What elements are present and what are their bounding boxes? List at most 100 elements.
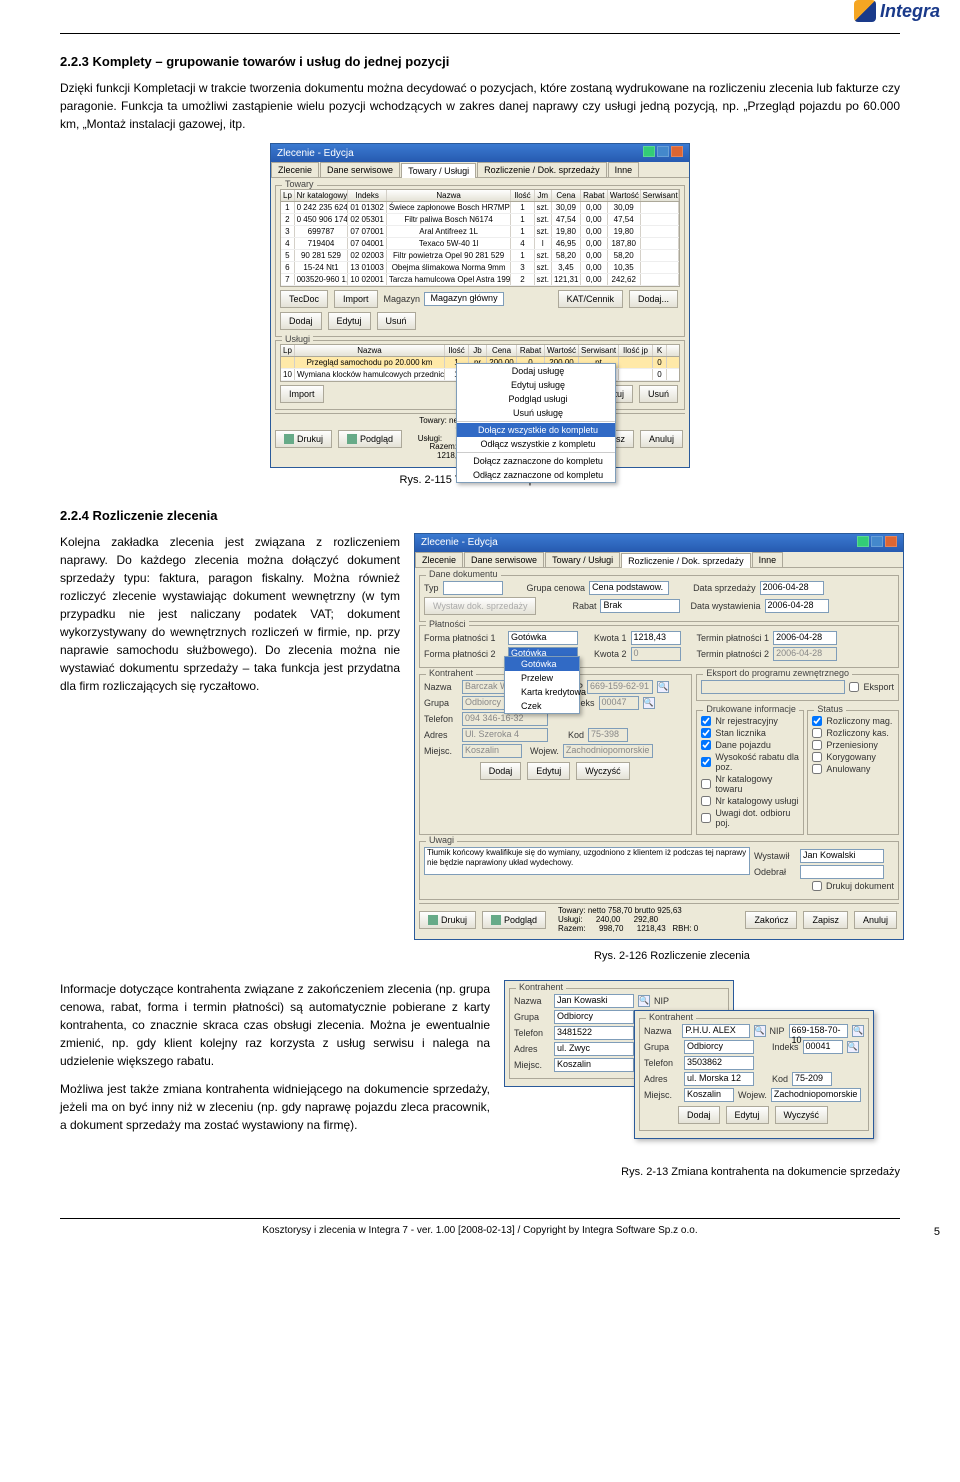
odebral-combo[interactable] xyxy=(800,865,884,879)
tab-zlecenie[interactable]: Zlecenie xyxy=(271,162,319,177)
btn-k-edytuj[interactable]: Edytuj xyxy=(527,762,570,780)
k-grupa[interactable]: Odbiorcy xyxy=(554,1010,634,1024)
btn-k-wyczysc[interactable]: Wyczyść xyxy=(775,1106,828,1124)
btn-k-edytuj[interactable]: Edytuj xyxy=(726,1106,769,1124)
btn-anuluj[interactable]: Anuluj xyxy=(854,911,897,929)
btn-dodaj-towar[interactable]: Dodaj xyxy=(280,312,322,330)
btn-zakoncz[interactable]: Zakończ xyxy=(745,911,797,929)
btn-import-towary[interactable]: Import xyxy=(334,290,378,308)
btn-wystaw-dok[interactable]: Wystaw dok. sprzedaży xyxy=(424,597,536,615)
btn-k-dodaj[interactable]: Dodaj xyxy=(678,1106,720,1124)
btn-import-uslugi[interactable]: Import xyxy=(280,385,324,403)
status-checkbox[interactable] xyxy=(812,740,822,750)
status-checkbox[interactable] xyxy=(812,728,822,738)
lookup-icon[interactable]: 🔍 xyxy=(638,995,650,1007)
k-adres[interactable]: Ul. Szeroka 4 xyxy=(462,728,548,742)
tab-dane-serwisowe[interactable]: Dane serwisowe xyxy=(320,162,400,177)
magazyn-combo[interactable]: Magazyn główny xyxy=(424,292,504,306)
k-grupa[interactable]: Odbiorcy xyxy=(684,1040,754,1054)
k-nazwa[interactable]: Jan Kowaski xyxy=(554,994,634,1008)
tab-inne[interactable]: Inne xyxy=(752,552,784,567)
status-checkbox[interactable] xyxy=(812,752,822,762)
tab-towary-uslugi[interactable]: Towary / Usługi xyxy=(545,552,620,567)
btn-edytuj-towar[interactable]: Edytuj xyxy=(328,312,371,330)
status-checkbox[interactable] xyxy=(812,716,822,726)
btn-drukuj[interactable]: Drukuj xyxy=(419,911,476,929)
context-menu-uslugi[interactable]: Dodaj usługęEdytuj usługęPodgląd usługiU… xyxy=(456,363,616,483)
k-telefon[interactable]: 094 346-16-32 xyxy=(462,712,548,726)
fp2-dropdown-list[interactable]: GotówkaPrzelewKarta kredytowaCzek xyxy=(504,656,580,714)
tab-dane-serwisowe[interactable]: Dane serwisowe xyxy=(464,552,544,567)
k-indeks[interactable]: 00041 xyxy=(803,1040,843,1054)
btn-podglad[interactable]: Podgląd xyxy=(338,430,402,448)
group-label: Eksport do programu zewnętrznego xyxy=(703,668,852,678)
tp2-input[interactable]: 2006-04-28 xyxy=(773,647,837,661)
druk-checkbox[interactable] xyxy=(701,728,711,738)
tabs-row: Zlecenie Dane serwisowe Towary / Usługi … xyxy=(415,552,903,568)
k-miejsc[interactable]: Koszalin xyxy=(554,1058,634,1072)
table-towary[interactable]: LpNr katalogowyIndeksNazwaIlośćJmCenaRab… xyxy=(280,189,680,287)
tab-rozliczenie[interactable]: Rozliczenie / Dok. sprzedaży xyxy=(621,553,751,568)
logo: Integra xyxy=(854,0,940,22)
lookup-icon[interactable]: 🔍 xyxy=(657,681,669,693)
druk-checkbox[interactable] xyxy=(701,757,711,767)
k-indeks[interactable]: 00047 xyxy=(599,696,639,710)
btn-anuluj[interactable]: Anuluj xyxy=(640,430,683,448)
section-para-rozliczenie: Kolejna zakładka zlecenia jest związana … xyxy=(60,533,400,695)
k-telefon[interactable]: 3481522 xyxy=(554,1026,634,1040)
druk-checkbox[interactable] xyxy=(701,779,711,789)
k-adres[interactable]: ul. Morska 12 xyxy=(684,1072,754,1086)
data-wystawienia-input[interactable]: 2006-04-28 xyxy=(765,599,829,613)
data-sprzedazy-label: Data sprzedaży xyxy=(693,583,756,593)
btn-dodaj-dots[interactable]: Dodaj... xyxy=(629,290,678,308)
window-buttons[interactable] xyxy=(855,536,897,550)
druk-checkbox[interactable] xyxy=(701,716,711,726)
rabat-combo[interactable]: Brak xyxy=(600,599,680,613)
wystawil-combo[interactable]: Jan Kowalski xyxy=(800,849,884,863)
tab-rozliczenie[interactable]: Rozliczenie / Dok. sprzedaży xyxy=(477,162,607,177)
druk-checkbox[interactable] xyxy=(701,796,711,806)
eksport-path[interactable] xyxy=(701,680,845,694)
kw2-input[interactable]: 0 xyxy=(631,647,681,661)
btn-drukuj[interactable]: Drukuj xyxy=(275,430,332,448)
drukuj-dokument-checkbox[interactable] xyxy=(812,881,822,891)
btn-tecdoc[interactable]: TecDoc xyxy=(280,290,328,308)
btn-k-wyczysc[interactable]: Wyczyść xyxy=(576,762,629,780)
btn-katcennik[interactable]: KAT/Cennik xyxy=(558,290,623,308)
tp1-input[interactable]: 2006-04-28 xyxy=(773,631,837,645)
status-checkbox[interactable] xyxy=(812,764,822,774)
data-sprzedazy-input[interactable]: 2006-04-28 xyxy=(760,581,824,595)
btn-zapisz[interactable]: Zapisz xyxy=(803,911,848,929)
lookup-icon[interactable]: 🔍 xyxy=(643,697,655,709)
typ-combo[interactable] xyxy=(443,581,503,595)
lookup-icon[interactable]: 🔍 xyxy=(852,1025,864,1037)
tab-towary-uslugi[interactable]: Towary / Usługi xyxy=(401,163,476,178)
k-miejsc[interactable]: Koszalin xyxy=(684,1088,734,1102)
k-kod[interactable]: 75-398 xyxy=(588,728,628,742)
btn-k-dodaj[interactable]: Dodaj xyxy=(480,762,522,780)
fp1-combo[interactable]: Gotówka xyxy=(508,631,578,645)
eksport-checkbox[interactable] xyxy=(849,682,859,692)
k-kod[interactable]: 75-209 xyxy=(792,1072,832,1086)
k-wojew[interactable]: Zachodniopomorskie xyxy=(771,1088,861,1102)
grupa-cenowa-combo[interactable]: Cena podstawow. xyxy=(589,581,669,595)
tab-inne[interactable]: Inne xyxy=(608,162,640,177)
k-miejsc[interactable]: Koszalin xyxy=(462,744,522,758)
kw1-input[interactable]: 1218,43 xyxy=(631,631,681,645)
k-nazwa[interactable]: P.H.U. ALEX xyxy=(682,1024,749,1038)
btn-usun-usluge[interactable]: Usuń xyxy=(639,385,678,403)
lookup-icon[interactable]: 🔍 xyxy=(754,1025,766,1037)
druk-checkbox[interactable] xyxy=(701,813,711,823)
k-nip[interactable]: 669-158-70-10 xyxy=(789,1024,849,1038)
uwagi-textarea[interactable]: Tłumik końcowy kwalifikuje się do wymian… xyxy=(424,847,750,875)
k-nip[interactable]: 669-159-62-91 xyxy=(587,680,653,694)
druk-checkbox[interactable] xyxy=(701,740,711,750)
tab-zlecenie[interactable]: Zlecenie xyxy=(415,552,463,567)
k-wojew[interactable]: Zachodniopomorskie xyxy=(563,744,653,758)
btn-podglad[interactable]: Podgląd xyxy=(482,911,546,929)
btn-usun-towar[interactable]: Usuń xyxy=(377,312,416,330)
k-telefon[interactable]: 3503862 xyxy=(684,1056,754,1070)
lookup-icon[interactable]: 🔍 xyxy=(847,1041,859,1053)
window-buttons[interactable] xyxy=(641,146,683,160)
k-adres[interactable]: ul. Zwyc xyxy=(554,1042,634,1056)
